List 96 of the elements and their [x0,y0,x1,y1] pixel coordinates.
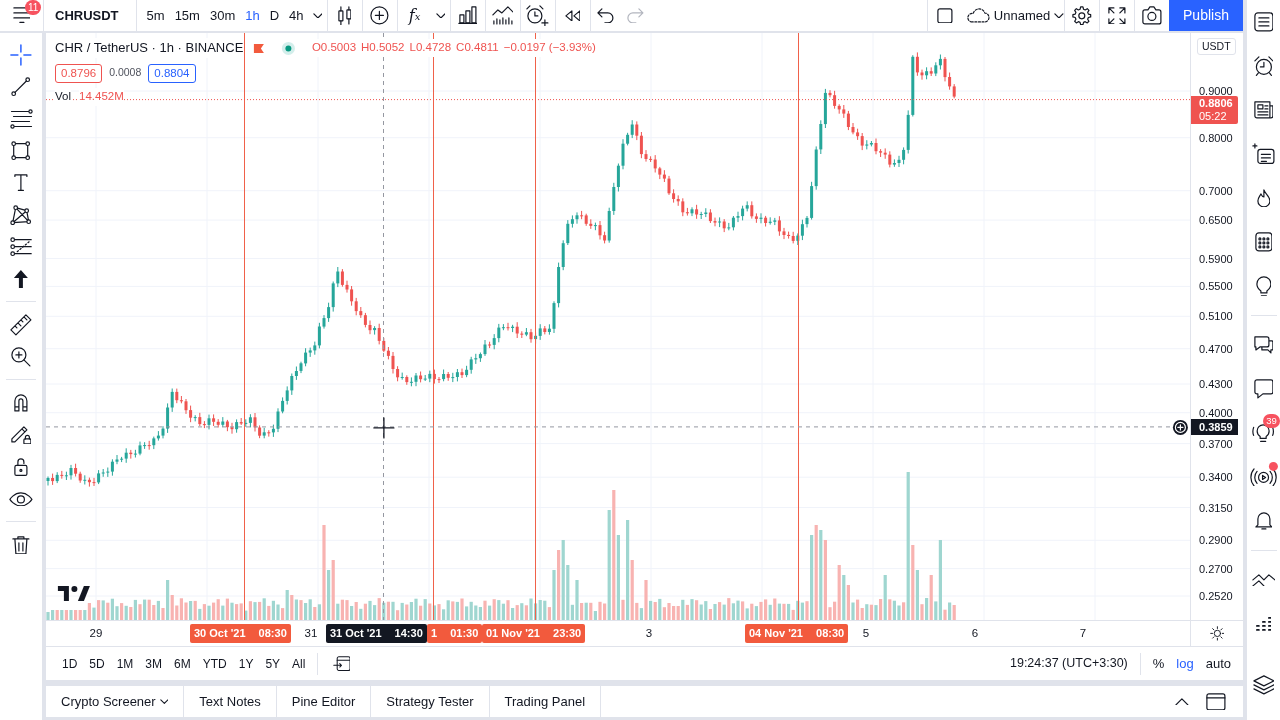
flame-icon [1256,188,1271,208]
redo-icon [627,7,644,24]
layers-icon [1252,675,1275,695]
alarm-clock-icon [1253,55,1274,77]
date-range-button[interactable]: 5Y [259,650,287,677]
window-icon [1206,692,1226,711]
interval-tab[interactable]: 5m [141,0,170,31]
notification-badge: 39 [1263,414,1280,428]
newspaper-icon [1253,101,1274,119]
panel-tab[interactable]: Strategy Tester [371,686,489,717]
calendar-arrow-icon [332,655,351,672]
currency-button[interactable]: USDT [1197,38,1236,55]
price-tick-label: 0.2700 [1199,562,1233,575]
play-waves-icon [1249,467,1278,487]
chat-bubble-icon [1253,379,1274,399]
date-range-button[interactable]: 1M [110,650,140,677]
price-tick-label: 0.4000 [1199,406,1233,419]
price-tick-label: 0.8000 [1199,131,1233,144]
plus-circle-icon[interactable] [1172,418,1189,436]
price-tick-label: 0.3400 [1199,471,1233,484]
panel-tab[interactable]: Trading Panel [489,686,601,717]
panel-tab[interactable]: Pine Editor [276,686,371,717]
price-tick-label: 0.5500 [1199,280,1233,293]
date-range-button[interactable]: YTD [196,650,233,677]
rewind-icon [564,9,581,22]
time-tick-label: 29 [89,626,103,641]
caret-icon [312,12,323,19]
undo-icon [597,7,614,24]
publish-button[interactable]: Publish [1169,0,1243,31]
time-tick-label: 3 [645,626,653,641]
clock-time[interactable]: 19:24:37 (UTC+3:30) [1004,654,1134,673]
date-range-button[interactable]: 1Y [232,650,260,677]
date-range-button[interactable]: 5D [83,650,111,677]
time-marker-label: 01 Nov '21 23:30 [482,624,586,643]
price-tick-label: 0.3150 [1199,501,1233,514]
fullscreen-icon [1108,6,1126,25]
symbol-button[interactable]: CHRUSDT [44,0,136,31]
last-price-label: 0.8806 05:22 [1191,95,1238,124]
time-tick-label: 6 [971,626,979,641]
scale-option-button[interactable]: % [1146,650,1171,677]
panel-tab[interactable]: Crypto Screener [46,686,184,717]
note-list-icon [1252,143,1275,165]
price-tick-label: 0.5900 [1199,252,1233,265]
price-tick-label: 0.2900 [1199,534,1233,547]
candlestick-icon [337,5,352,26]
alarm-clock-icon [526,4,549,27]
date-range-button[interactable]: All [286,650,312,677]
calendar-icon [1254,232,1273,252]
layout-name-button[interactable]: Unnamed [961,0,1064,31]
price-tick-label: 0.6500 [1199,214,1233,227]
time-marker-label: 1 01:30 [427,624,483,643]
caret-icon [1054,12,1064,19]
time-marker-label: 04 Nov '21 08:30 [745,624,849,643]
time-tick-label: 5 [862,626,870,641]
price-tick-label: 0.4300 [1199,378,1233,390]
flag-icon [253,42,266,54]
date-range-button[interactable]: 1D [56,650,84,677]
list-icon [1253,12,1274,32]
crosshair-time-label: 31 Oct '21 14:30 [326,624,427,643]
camera-icon [1142,6,1162,25]
bell-icon [1254,512,1273,530]
chat-bubbles-icon [1253,336,1274,354]
interval-tab[interactable]: D [264,0,285,31]
price-tick-label: 0.4700 [1199,342,1233,355]
line-chart-icon [491,6,514,25]
plus-circle-icon [370,6,389,25]
interval-tab[interactable]: 15m [169,0,205,31]
zigzag-icon [1251,573,1276,587]
price-tick-label: 0.2520 [1199,590,1233,602]
caret-icon [435,12,446,19]
interval-tab[interactable]: 30m [204,0,241,31]
date-range-button[interactable]: 3M [139,650,169,677]
time-tick-label: 7 [1079,626,1087,641]
time-marker-label: 30 Oct '21 08:30 [190,624,291,643]
sun-icon [1209,626,1225,641]
panel-tab[interactable]: Text Notes [184,686,276,717]
square-icon [937,7,953,24]
notification-badge: 11 [25,0,42,15]
price-tick-label: 0.3700 [1199,437,1233,450]
time-tick-label: 31 [304,626,318,641]
lightbulb-icon [1255,275,1272,297]
settings-icon [1072,5,1092,26]
bar-chart-icon [457,6,478,25]
lightbulb-waves-icon [1252,423,1275,443]
price-tick-label: 0.7000 [1199,184,1233,197]
dashed-cloud-icon [966,8,990,23]
interval-tab[interactable]: 1h [240,0,265,31]
chevron-up-icon [1175,697,1189,706]
scale-option-button[interactable]: auto [1199,650,1237,677]
interval-tab[interactable]: 4h [284,0,309,31]
price-tick-label: 0.9000 [1199,85,1233,97]
scale-option-button[interactable]: log [1170,650,1200,677]
crosshair-price-label: 0.3859 [1191,418,1238,435]
dashes-grid-icon [1255,617,1272,631]
price-tick-label: 0.5100 [1199,310,1233,323]
date-range-button[interactable]: 6M [168,650,197,677]
